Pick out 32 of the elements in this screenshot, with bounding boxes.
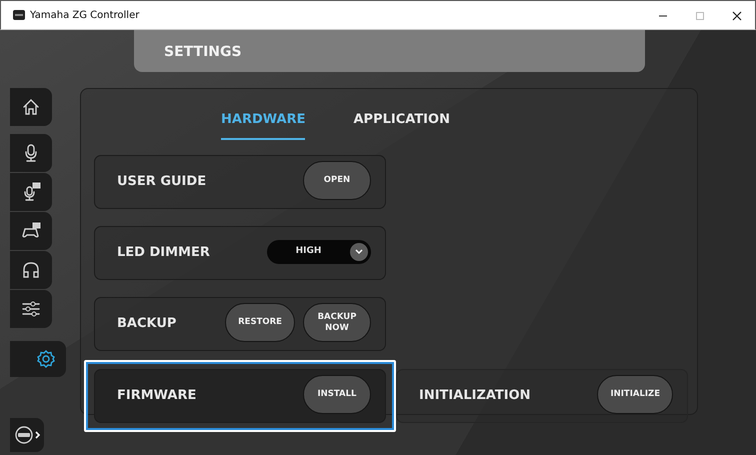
action-button[interactable]: RESTORE	[225, 303, 295, 342]
maximize-icon	[694, 10, 704, 21]
microphone-nav-item[interactable]	[10, 134, 52, 172]
page-header: SETTINGS	[134, 30, 645, 72]
tab[interactable]: APPLICATION	[353, 108, 450, 140]
setting-label: LED DIMMER	[117, 244, 210, 262]
setting-label: INITIALIZATION	[419, 387, 531, 406]
setting-label: USER GUIDE	[117, 173, 206, 192]
settings-nav-item[interactable]	[10, 341, 66, 377]
controller-icon	[13, 425, 41, 445]
mixer-sliders-icon	[21, 299, 41, 319]
app-logo-icon	[13, 10, 25, 20]
chevron-down-icon	[350, 242, 368, 260]
action-button[interactable]: OPEN	[303, 161, 371, 200]
action-button[interactable]: INITIALIZE	[597, 375, 673, 414]
home-icon	[21, 97, 41, 117]
window-title: Yamaha ZG Controller	[30, 8, 140, 22]
tab[interactable]: HARDWARE	[221, 108, 306, 140]
headphones-icon	[21, 260, 41, 280]
mixer-sliders-nav-item[interactable]	[10, 290, 52, 328]
settings-icon	[36, 349, 56, 369]
setting-label: BACKUP	[117, 315, 176, 334]
gamepad-fx-nav-item[interactable]	[10, 212, 52, 250]
home-nav-item[interactable]	[10, 88, 52, 126]
microphone-fx-nav-item[interactable]	[10, 173, 52, 211]
action-button[interactable]: BACKUP NOW	[303, 303, 371, 342]
dropdown[interactable]: HIGH	[267, 240, 371, 264]
device-switch-button[interactable]	[10, 418, 44, 452]
close-icon	[732, 10, 742, 21]
headphones-nav-item[interactable]	[10, 251, 52, 289]
setting-label: FIRMWARE	[117, 387, 196, 406]
action-button[interactable]: INSTALL	[303, 375, 371, 414]
